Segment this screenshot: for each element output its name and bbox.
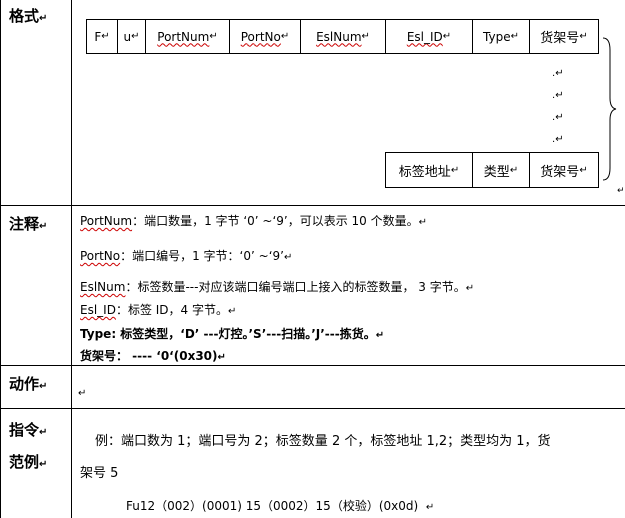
note-eslnum-term: EslNum — [80, 280, 126, 294]
field-tag-address-text: 标签地址 — [398, 164, 451, 180]
paragraph-mark: ↵ — [555, 134, 564, 145]
field-F: F ↵ — [87, 20, 117, 53]
field-u-text: u — [123, 29, 132, 44]
paragraph-mark: ↵ — [39, 13, 48, 24]
field-portno-text: PortNo — [240, 29, 281, 44]
paragraph-mark: ↵ — [39, 427, 48, 438]
note-shelf-text: 货架号： ---- ‘0‘(0x30) — [80, 349, 218, 363]
example-command-text: Fu12（002）(0001) 15（0002）15（校验）(0x0d) — [126, 499, 419, 513]
section-action-text: 动作 — [9, 375, 40, 393]
note-portnum: PortNum：端口数量，1 字节 ‘0’ ~‘9’，可以表示 10 个数量。↵ — [80, 212, 427, 229]
paragraph-mark: ↵ — [209, 31, 218, 42]
note-portno-term: PortNo — [80, 249, 121, 263]
ellipsis-dot: .↵ — [552, 134, 564, 145]
row-divider-notes — [0, 365, 625, 366]
field-shelf-text: 货架号 — [540, 31, 580, 46]
paragraph-mark: ↵ — [555, 112, 564, 123]
note-portno: PortNo：端口编号，1 字节：‘0’ ~‘9’↵ — [80, 247, 292, 264]
paragraph-mark: ↵ — [217, 352, 226, 363]
field-eslnum-text: EslNum — [316, 29, 362, 44]
example-line-1-text: 例：端口数为 1；端口号为 2；标签数量 2 个，标签地址 1,2；类型均为 1… — [95, 434, 551, 449]
note-eslnum-text: ：标签数量---对应该端口编号端口上接入的标签数量， 3 字节。 — [125, 280, 466, 294]
format-bottom-row-bottom — [385, 187, 599, 188]
ellipsis-dot: .↵ — [552, 68, 564, 79]
field-tag-address: 标签地址 ↵ — [386, 153, 472, 187]
note-type-text: Type: 标签类型，‘D’ ---灯控。’S’---扫描。’J’---拣货。 — [80, 327, 376, 341]
note-portnum-term: PortNum — [80, 214, 133, 228]
example-line-1: 例：端口数为 1；端口号为 2；标签数量 2 个，标签地址 1,2；类型均为 1… — [95, 430, 551, 449]
paragraph-mark: ↵ — [39, 459, 48, 470]
example-line-2: 架号 5 — [80, 462, 118, 481]
note-eslid-term: Esl_ID — [80, 303, 116, 317]
paragraph-mark: ↵ — [280, 31, 290, 42]
field-shelf: 货架号 ↵ — [530, 20, 598, 53]
note-eslid: Esl_ID：标签 ID，4 字节。↵ — [80, 301, 236, 318]
table-left-border — [0, 0, 1, 518]
paragraph-mark: ↵ — [510, 31, 519, 42]
field-type: Type ↵ — [473, 20, 529, 53]
paragraph-mark: ↵ — [579, 164, 588, 176]
paragraph-mark: ↵ — [283, 252, 293, 263]
field-portno: PortNo ↵ — [230, 20, 300, 53]
row-divider-action — [0, 408, 625, 409]
field-portnum-text: PortNum — [157, 29, 210, 44]
repeat-brace — [602, 37, 617, 181]
field-eslnum: EslNum ↵ — [301, 20, 385, 53]
paragraph-mark: ↵ — [418, 217, 428, 228]
field-tag-type-text: 类型 — [483, 164, 510, 180]
field-tag-type: 类型 ↵ — [473, 153, 529, 187]
section-example-text-2: 范例 — [9, 453, 40, 471]
note-eslid-text: ：标签 ID，4 字节。 — [115, 303, 228, 317]
paragraph-mark: ↵ — [228, 306, 237, 317]
note-type: Type: 标签类型，‘D’ ---灯控。’S’---扫描。’J’---拣货。↵ — [80, 325, 384, 342]
section-label-format: 格式↵ — [9, 5, 47, 26]
paragraph-mark: ↵ — [579, 31, 588, 42]
section-notes-text: 注释 — [9, 215, 40, 233]
ellipsis-dot: .↵ — [552, 90, 564, 101]
section-format-text: 格式 — [9, 7, 40, 25]
paragraph-mark: ↵ — [442, 31, 452, 42]
field-portnum: PortNum ↵ — [146, 20, 229, 53]
paragraph-mark: ↵ — [39, 221, 48, 232]
field-F-text: F — [94, 29, 102, 44]
section-label-example-2: 范例↵ — [9, 451, 47, 472]
paragraph-mark: ↵ — [450, 164, 460, 176]
example-line-2-text: 架号 5 — [80, 466, 119, 481]
paragraph-mark: ↵ — [555, 68, 564, 79]
note-eslnum: EslNum：标签数量---对应该端口编号端口上接入的标签数量， 3 字节。↵ — [80, 278, 474, 295]
paragraph-mark: ↵ — [617, 186, 625, 196]
section-example-text-1: 指令 — [9, 421, 40, 439]
format-vline — [598, 152, 599, 188]
paragraph-mark: ↵ — [361, 31, 370, 42]
paragraph-mark: ↵ — [39, 381, 48, 392]
paragraph-mark: ↵ — [375, 330, 385, 341]
field-type-text: Type — [483, 29, 511, 44]
column-divider — [71, 0, 72, 518]
paragraph-mark: ↵ — [131, 31, 140, 42]
section-label-example-1: 指令↵ — [9, 419, 47, 440]
format-vline — [598, 19, 599, 54]
paragraph-mark: ↵ — [425, 502, 435, 513]
note-portnum-text: ：端口数量，1 字节 ‘0’ ~‘9’，可以表示 10 个数量。 — [132, 214, 419, 228]
field-tag-shelf-text: 货架号 — [540, 164, 580, 180]
row-divider-format — [0, 205, 625, 206]
field-eslid-text: Esl_ID — [406, 29, 443, 44]
format-top-row-bottom — [86, 53, 599, 54]
note-portno-text: ：端口编号，1 字节：‘0’ ~‘9’ — [120, 249, 284, 263]
field-tag-shelf: 货架号 ↵ — [530, 153, 598, 187]
field-u: u ↵ — [118, 20, 145, 53]
paragraph-mark: ↵ — [555, 90, 564, 101]
note-shelf: 货架号： ---- ‘0‘(0x30)↵ — [80, 347, 226, 364]
action-empty-paragraph: ↵ — [78, 388, 87, 399]
field-eslid: Esl_ID ↵ — [386, 20, 472, 53]
paragraph-mark: ↵ — [465, 283, 475, 294]
section-label-action: 动作↵ — [9, 373, 47, 394]
paragraph-mark: ↵ — [509, 164, 519, 176]
example-command: Fu12（002）(0001) 15（0002）15（校验）(0x0d) ↵ — [126, 497, 434, 514]
paragraph-mark: ↵ — [101, 31, 110, 42]
ellipsis-dot: .↵ — [552, 112, 564, 123]
section-label-notes: 注释↵ — [9, 213, 47, 234]
